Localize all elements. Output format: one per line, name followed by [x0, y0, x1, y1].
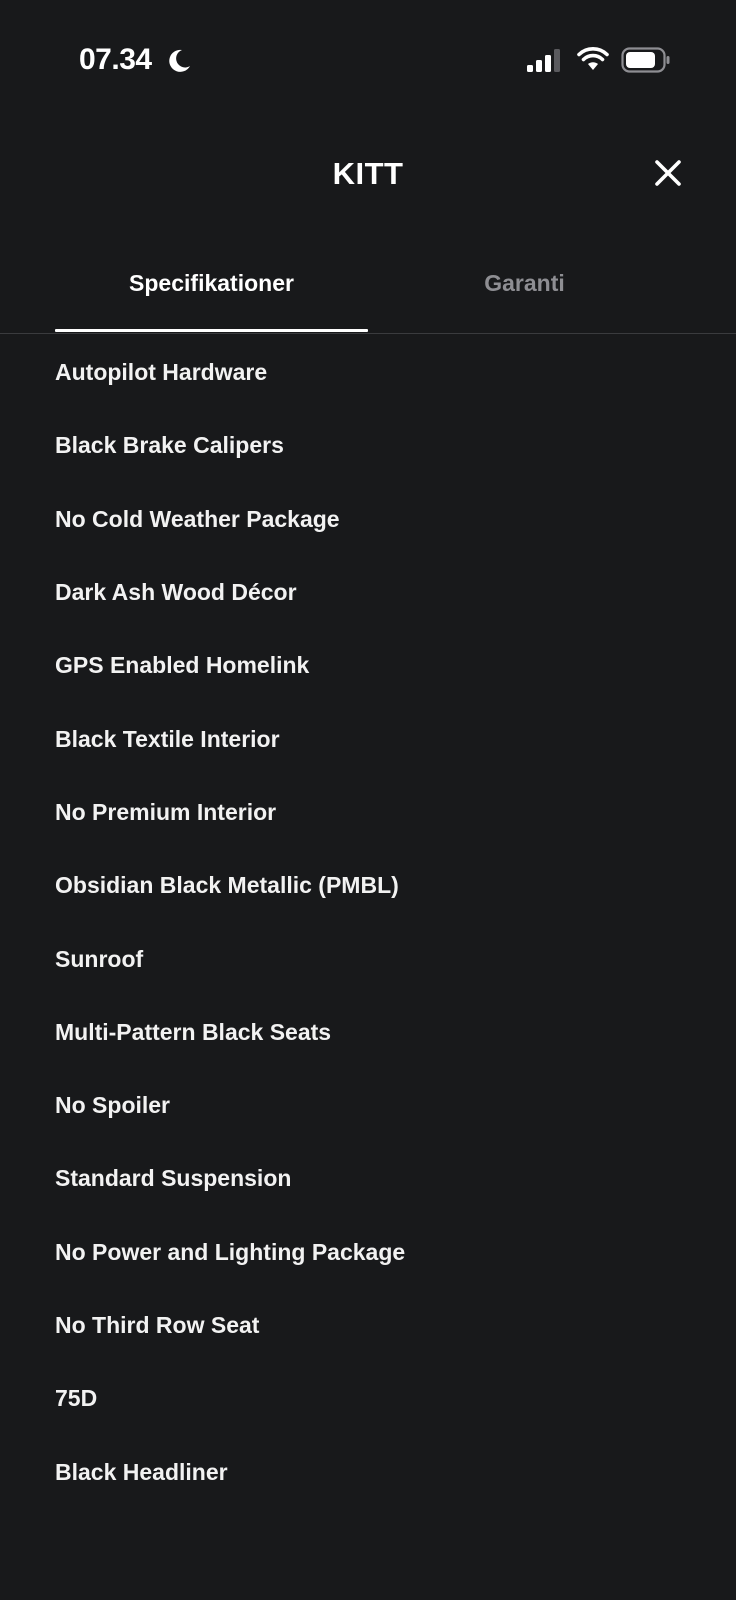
cellular-signal-icon [527, 49, 563, 73]
spec-item: Black Textile Interior [55, 725, 280, 752]
tab-garanti[interactable]: Garanti [368, 250, 681, 332]
spec-item: No Premium Interior [55, 798, 277, 825]
spec-item: No Spoiler [55, 1092, 171, 1119]
specification-list: Autopilot Hardware Black Brake Calipers … [55, 336, 695, 1509]
tab-specifikationer[interactable]: Specifikationer [55, 250, 368, 332]
spec-item: Sunroof [55, 945, 144, 972]
status-bar: 07.34 [0, 0, 736, 120]
moon-icon [165, 47, 193, 75]
spec-item: No Power and Lighting Package [55, 1238, 406, 1265]
spec-item: Obsidian Black Metallic (PMBL) [55, 872, 399, 899]
spec-item: GPS Enabled Homelink [55, 652, 310, 679]
spec-item: No Cold Weather Package [55, 505, 340, 532]
tab-label: Garanti [484, 270, 565, 296]
spec-item: No Third Row Seat [55, 1312, 260, 1338]
tab-label: Specifikationer [129, 270, 294, 296]
spec-item: Dark Ash Wood Décor [55, 579, 297, 606]
spec-item: Autopilot Hardware [55, 359, 268, 386]
page-title: KITT [332, 156, 404, 191]
tab-bar: Specifikationer Garanti [0, 250, 736, 334]
status-time: 07.34 [79, 43, 152, 76]
spec-item: Multi-Pattern Black Seats [55, 1018, 332, 1045]
close-icon [647, 152, 689, 194]
spec-item: Standard Suspension [55, 1165, 292, 1192]
active-tab-indicator [55, 329, 368, 332]
wifi-icon [577, 46, 609, 72]
spec-item: Black Headliner [55, 1458, 228, 1485]
spec-item: 75D [55, 1385, 98, 1412]
battery-icon [621, 47, 671, 73]
spec-item: Black Brake Calipers [55, 432, 284, 459]
close-button[interactable] [647, 152, 689, 194]
tabs-divider [0, 333, 736, 334]
